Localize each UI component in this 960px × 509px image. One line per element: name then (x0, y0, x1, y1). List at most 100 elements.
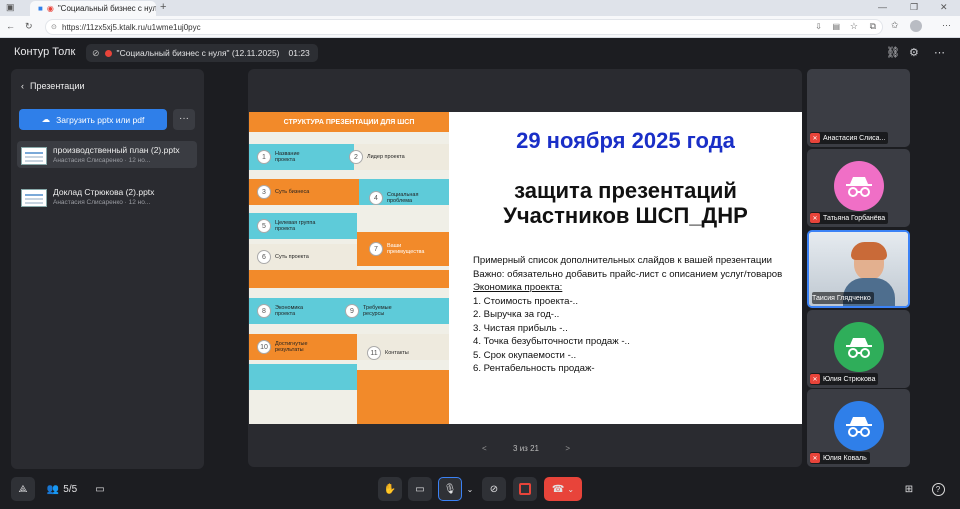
address-bar: ← ↻ ⊙ https://11zx5xj5.ktalk.ru/u1wme1uj… (0, 16, 960, 38)
sidebar-icon[interactable]: ▣ (6, 3, 15, 12)
next-slide-button[interactable]: > (565, 444, 570, 453)
record-button[interactable] (513, 477, 537, 501)
participant-name-tag: ✕ Юлия Стрюкова (810, 373, 879, 385)
slide-structure-header: СТРУКТУРА ПРЕЗЕНТАЦИИ ДЛЯ ШСП (249, 112, 449, 132)
back-icon[interactable]: ← (6, 22, 15, 31)
help-button[interactable]: ? (928, 477, 948, 501)
upload-button[interactable]: ☁ Загрузить pptx или pdf (19, 109, 167, 130)
profile-avatar[interactable] (910, 20, 922, 32)
file-item[interactable]: Доклад Стрюкова (2).pptx Анастасия Слиса… (17, 183, 197, 210)
collections-icon[interactable]: ⧉ (870, 21, 876, 32)
minimize-icon[interactable]: — (878, 3, 887, 12)
download-icon[interactable]: ⇩ (815, 22, 822, 31)
raise-hand-button[interactable]: ✋ (378, 477, 402, 501)
brand-logo: Контур Толк (14, 46, 76, 58)
participant-hair (851, 242, 887, 260)
panel-title: Презентации (30, 81, 85, 91)
tab-title: "Социальный бизнес с нул (57, 4, 156, 13)
slide-pager: < 3 из 21 > (482, 438, 570, 458)
phone-hangup-icon: ☎ (551, 483, 565, 495)
favorites-icon[interactable]: ✩ (891, 21, 899, 30)
apps-button[interactable]: ⟁ (11, 477, 35, 501)
record-icon: ◉ (46, 4, 54, 13)
camera-off-icon: ⊘ (489, 483, 499, 495)
structure-item: 11 Контакты (359, 340, 409, 366)
structure-item: 8 Экономика проекта (249, 298, 319, 324)
file-meta: Анастасия Слисаренко · 12 но... (53, 199, 151, 206)
slide-band (249, 364, 357, 390)
record-square-icon (519, 483, 531, 495)
participants-count: 5/5 (63, 483, 78, 495)
gear-icon[interactable]: ⚙ (909, 46, 919, 59)
layout-button[interactable]: ⊞ (898, 477, 920, 501)
slide-counter: 3 из 21 (513, 443, 539, 453)
reload-icon[interactable]: ↻ (25, 22, 33, 31)
browser-tab[interactable]: ■ ◉ "Социальный бизнес с нул ✕ (30, 1, 156, 16)
mic-options-chevron[interactable]: ⌄ (464, 477, 476, 501)
file-meta: Анастасия Слисаренко · 12 но... (53, 157, 151, 164)
site-info-icon[interactable]: ⊙ (51, 23, 57, 31)
microphone-button[interactable]: 🎙 (438, 477, 462, 501)
meeting-timer: 01:23 (288, 48, 310, 58)
structure-item: 1 Название проекта (249, 144, 309, 170)
participant-tile[interactable]: ✕ Анастасия Слиса... (807, 69, 910, 147)
slide-structure-graphic: СТРУКТУРА ПРЕЗЕНТАЦИИ ДЛЯ ШСП 1 Название … (249, 112, 449, 424)
chevron-down-icon: ⌄ (567, 484, 575, 494)
meeting-title: "Социальный бизнес с нуля" (12.11.2025) (116, 48, 280, 58)
structure-item: 10 Достигнутые результаты (249, 334, 319, 360)
participants-button[interactable]: 👥 5/5 (42, 477, 82, 501)
browser-tabbar: ▣ ■ ◉ "Социальный бизнес с нул ✕ + — ❐ ✕ (0, 0, 960, 16)
people-icon: 👥 (46, 483, 60, 495)
new-tab-icon[interactable]: + (160, 2, 166, 13)
presentation-slide: СТРУКТУРА ПРЕЗЕНТАЦИИ ДЛЯ ШСП 1 Название … (249, 112, 802, 424)
link-icon[interactable]: ⛓ (886, 46, 900, 59)
slide-title: защита презентаций Участников ШСП_ДНР (503, 178, 748, 228)
structure-item: 4 Социальная проблема (361, 185, 427, 211)
structure-item: 5 Целевая группа проекта (249, 213, 325, 239)
incognito-avatar-icon (834, 322, 884, 372)
meeting-info[interactable]: ⊘ "Социальный бизнес с нуля" (12.11.2025… (86, 44, 318, 62)
mic-off-icon: ✕ (810, 374, 820, 384)
panel-header[interactable]: ‹ Презентации (21, 81, 85, 91)
participant-name-tag: ✕ Анастасия Слиса... (810, 132, 889, 144)
mic-off-icon: ✕ (810, 453, 820, 463)
camera-button[interactable]: ⊘ (482, 477, 506, 501)
incognito-avatar-icon (834, 161, 884, 211)
participant-tile[interactable]: ✕ Юлия Стрюкова (807, 310, 910, 388)
participant-tile[interactable]: ✕ Юлия Коваль (807, 389, 910, 467)
slide-content: 29 ноября 2025 года защита презентаций У… (449, 112, 802, 424)
close-window-icon[interactable]: ✕ (940, 3, 948, 12)
upload-label: Загрузить pptx или pdf (56, 114, 145, 125)
url-field[interactable]: ⊙ https://11zx5xj5.ktalk.ru/u1wme1uj0pyc… (45, 19, 883, 35)
recording-indicator (104, 49, 112, 57)
favorite-star-icon[interactable]: ☆ (850, 21, 858, 32)
file-name: производственный план (2).pptx (53, 145, 180, 155)
structure-item: 2 Лидер проекта (341, 144, 405, 170)
leave-call-button[interactable]: ☎ ⌄ (544, 477, 582, 501)
layout-icon: ⊞ (904, 483, 914, 495)
settings-dial-icon: ⊘ (92, 47, 100, 58)
file-item[interactable]: производственный план (2).pptx Анастасия… (17, 141, 197, 168)
app-header: Контур Толк ⊘ "Социальный бизнес с нуля"… (0, 38, 960, 68)
slide-date: 29 ноября 2025 года (516, 128, 735, 153)
participant-tile[interactable]: ✕ Татьяна Горбанёва (807, 149, 910, 227)
mic-off-icon: ✕ (810, 213, 820, 223)
chat-button[interactable]: ▭ (88, 477, 112, 501)
prev-slide-button[interactable]: < (482, 444, 487, 453)
presentations-panel: ‹ Презентации ☁ Загрузить pptx или pdf ·… (11, 69, 204, 469)
panel-more-button[interactable]: ··· (173, 109, 195, 130)
slide-band (249, 270, 449, 288)
more-icon[interactable]: ⋯ (934, 46, 945, 59)
read-mode-icon[interactable]: ▤ (832, 22, 840, 31)
structure-item: 9 Требуемые ресурсы (337, 298, 403, 324)
screen-share-button[interactable]: ▭ (408, 477, 432, 501)
chat-icon: ▭ (95, 483, 105, 495)
slide-band (357, 370, 449, 424)
file-name: Доклад Стрюкова (2).pptx (53, 187, 155, 197)
browser-menu-icon[interactable]: ⋯ (942, 21, 951, 30)
chevron-left-icon[interactable]: ‹ (21, 81, 24, 91)
participant-name-tag: Таисия Глядченко (812, 292, 874, 304)
help-icon: ? (931, 482, 945, 496)
restore-icon[interactable]: ❐ (910, 3, 918, 12)
participant-tile-active[interactable]: Таисия Глядченко (807, 230, 910, 308)
